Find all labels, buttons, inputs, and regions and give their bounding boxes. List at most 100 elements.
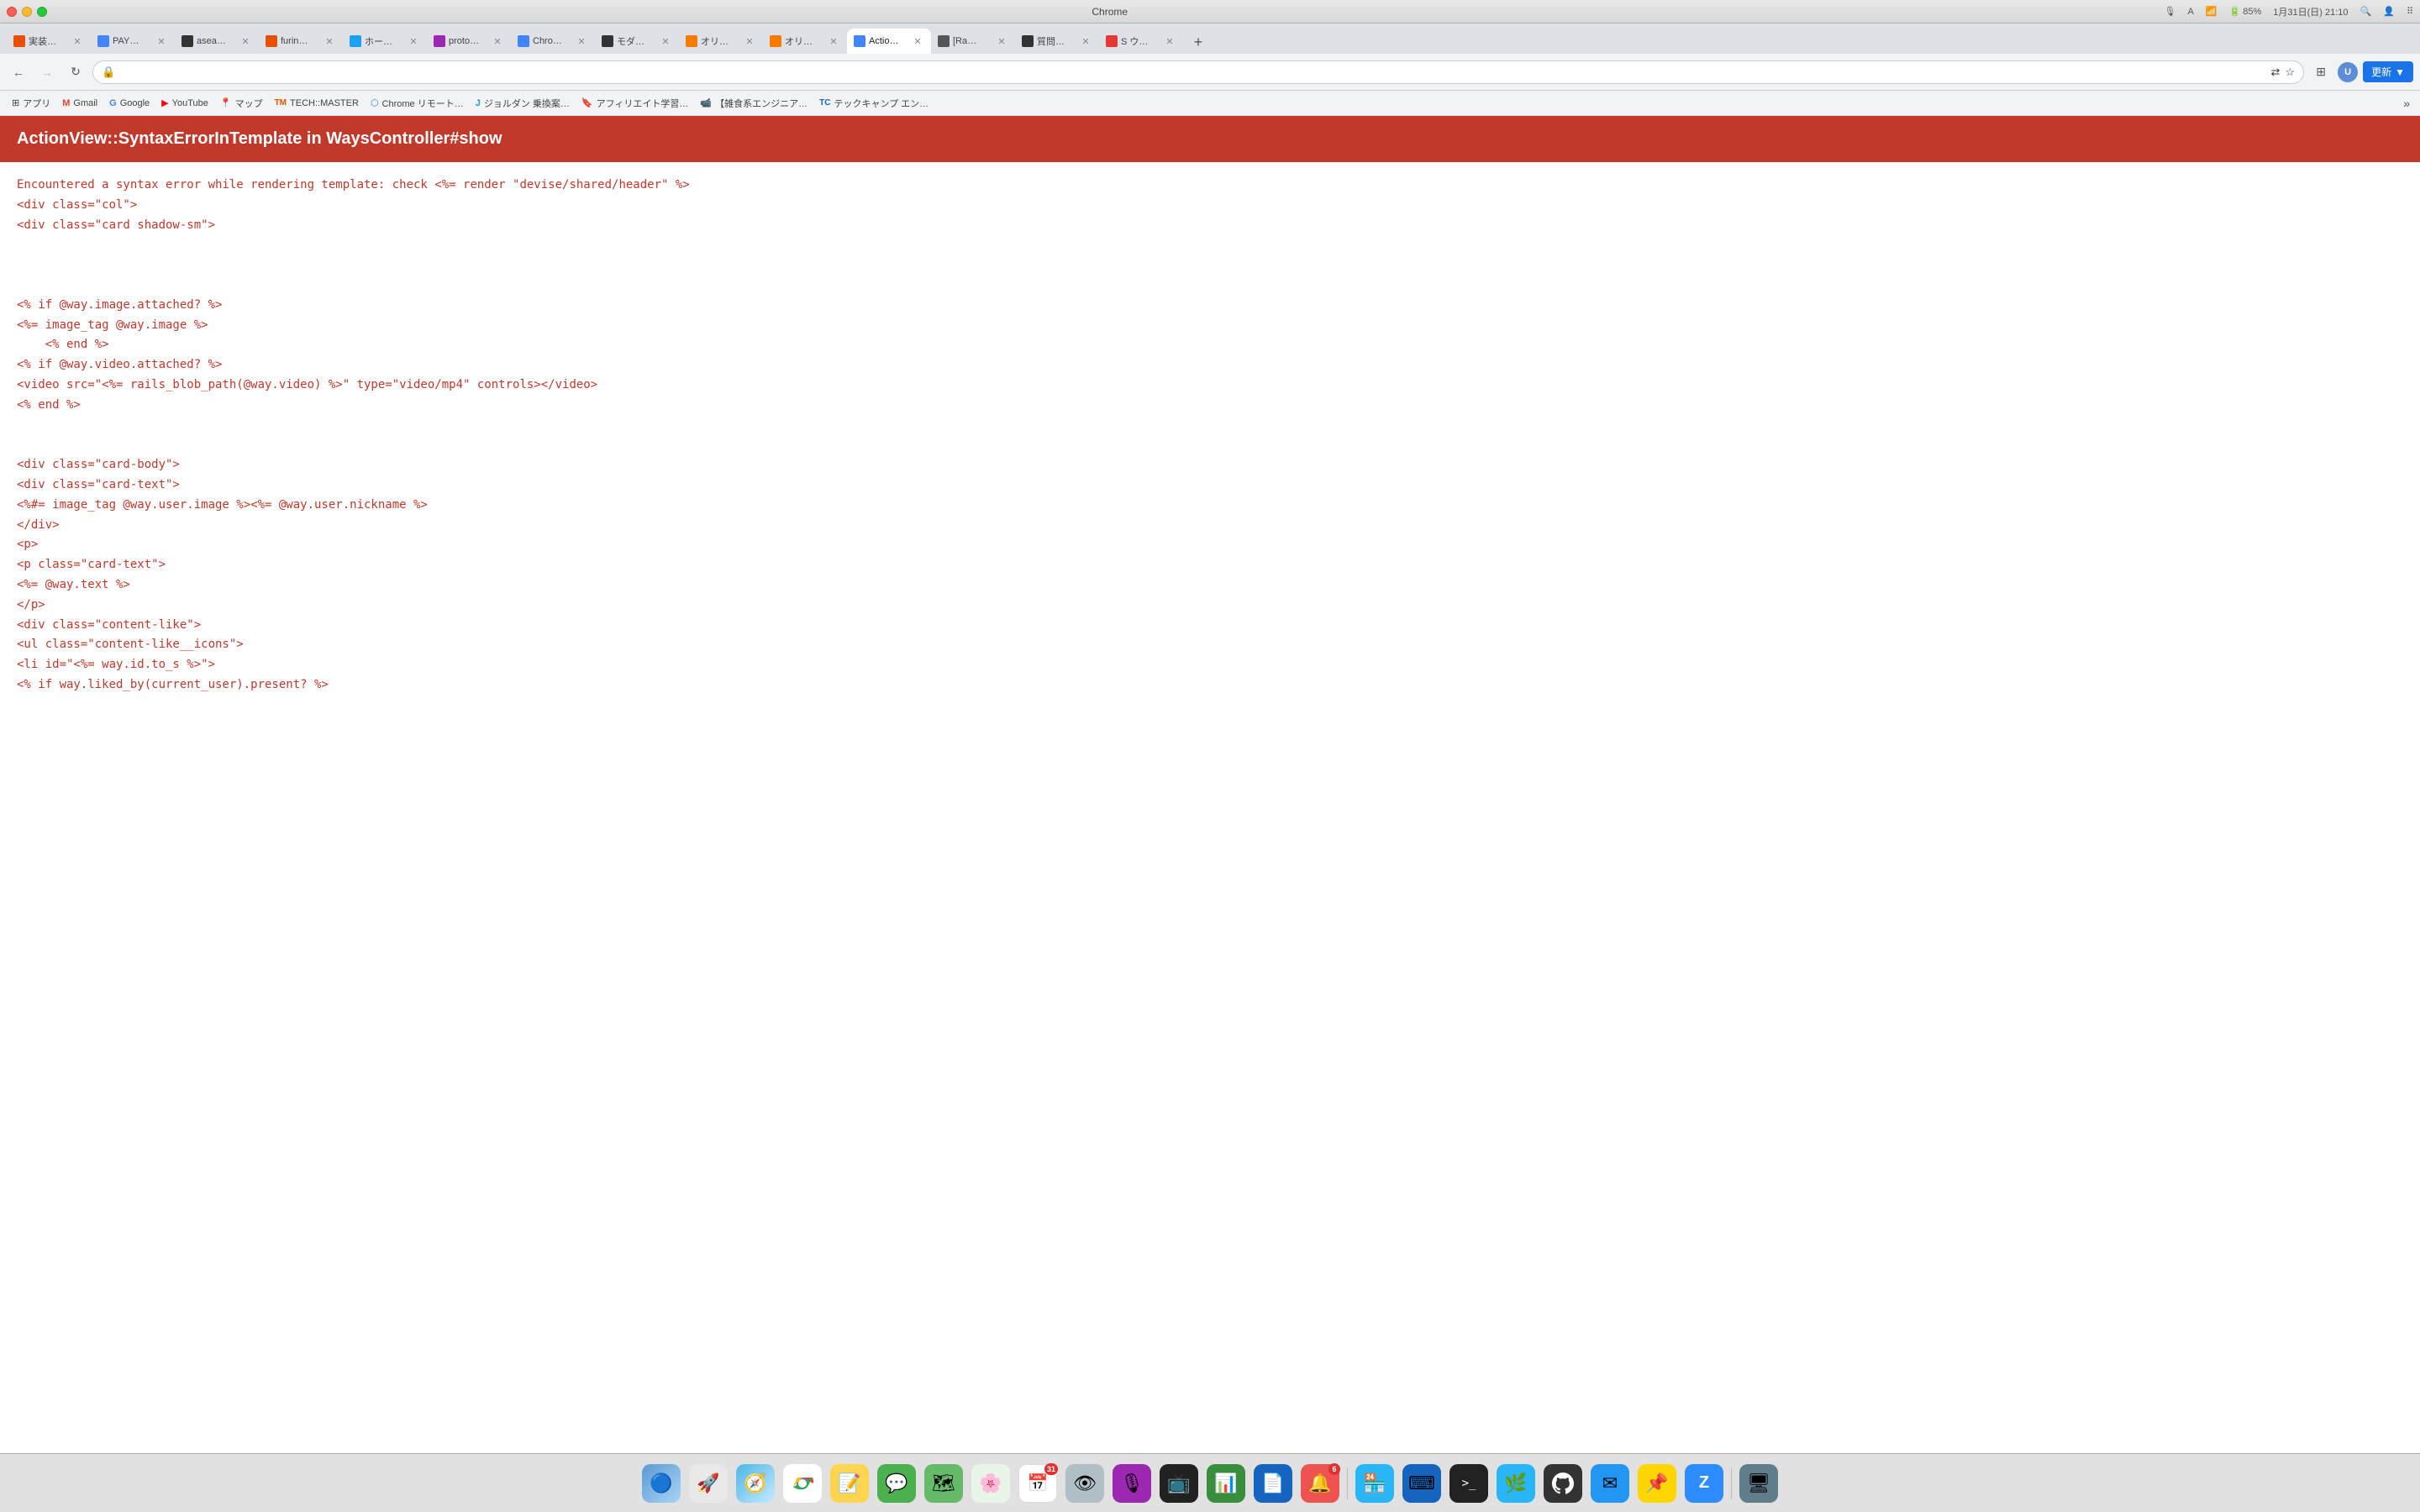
dock-messages[interactable]: 💬 — [875, 1462, 918, 1505]
back-button[interactable]: ← — [7, 60, 30, 84]
error-title: ActionView::SyntaxErrorInTemplate in Way… — [17, 129, 502, 148]
dock-reminders[interactable]: 🔔 6 — [1298, 1462, 1342, 1505]
tab-label-12: [Ra… — [953, 36, 992, 46]
dock-launchpad[interactable]: 🚀 — [687, 1462, 730, 1505]
bookmark-techmaster[interactable]: TM TECH::MASTER — [270, 94, 364, 113]
dock-pages[interactable]: 📄 — [1251, 1462, 1295, 1505]
bookmark-gmail[interactable]: M Gmail — [57, 94, 103, 113]
tab-close-11[interactable]: ✕ — [911, 34, 924, 48]
extensions-icon[interactable]: ⊞ — [2309, 60, 2333, 84]
dock-sourcetree[interactable]: 🌿 — [1494, 1462, 1538, 1505]
tab-2[interactable]: PAY… ✕ — [91, 29, 175, 54]
bookmark-maps[interactable]: 📍 マップ — [215, 94, 268, 113]
tab-close-12[interactable]: ✕ — [995, 34, 1008, 48]
bookmark-star-icon[interactable]: ☆ — [2285, 66, 2295, 79]
tab-10[interactable]: オリ… ✕ — [763, 29, 847, 54]
dock-appstore[interactable]: 🏪 — [1353, 1462, 1397, 1505]
tab-close-7[interactable]: ✕ — [575, 34, 588, 48]
tab-label-5: ホー… — [365, 34, 403, 48]
tab-close-13[interactable]: ✕ — [1079, 34, 1092, 48]
dock-stickies[interactable]: 📌 — [1635, 1462, 1679, 1505]
tab-5[interactable]: ホー… ✕ — [343, 29, 427, 54]
user-icon[interactable]: 👤 — [2383, 6, 2395, 17]
youtube-label: YouTube — [172, 98, 208, 108]
tab-3[interactable]: asea… ✕ — [175, 29, 259, 54]
tab-14[interactable]: S ウ… ✕ — [1099, 29, 1183, 54]
battery-icon: 🔋 85% — [2228, 6, 2261, 17]
tab-9[interactable]: オリ… ✕ — [679, 29, 763, 54]
forward-button[interactable]: → — [35, 60, 59, 84]
tab-7[interactable]: Chro… ✕ — [511, 29, 595, 54]
error-line-22: <%= link_to (way_like_path(way.id, way.l… — [17, 696, 2403, 697]
tab-6[interactable]: proto… ✕ — [427, 29, 511, 54]
tab-favicon-2 — [97, 35, 109, 47]
bookmarks-more[interactable]: » — [2400, 97, 2413, 110]
error-line-13: </div> — [17, 516, 2403, 536]
traffic-lights[interactable] — [7, 7, 47, 17]
tab-12[interactable]: [Ra… ✕ — [931, 29, 1015, 54]
tab-1[interactable]: 実装… ✕ — [7, 29, 91, 54]
dock-finder[interactable]: 🔵 — [639, 1462, 683, 1505]
control-center-icon[interactable]: ⠿ — [2407, 6, 2413, 17]
dock-maps[interactable]: 🗺 — [922, 1462, 965, 1505]
dock-chrome[interactable] — [781, 1462, 824, 1505]
tab-favicon-1 — [13, 35, 25, 47]
translate-icon[interactable]: ⇄ — [2271, 66, 2281, 79]
error-line-15: <p class="card-text"> — [17, 555, 2403, 575]
tab-close-3[interactable]: ✕ — [239, 34, 252, 48]
tab-close-8[interactable]: ✕ — [659, 34, 672, 48]
tab-label-8: モダ… — [617, 34, 655, 48]
dock-vscode[interactable]: ⌨ — [1400, 1462, 1444, 1505]
dock-zoom[interactable]: Z — [1682, 1462, 1726, 1505]
minimize-button[interactable] — [22, 7, 32, 17]
update-button[interactable]: 更新 ▼ — [2363, 61, 2413, 82]
error-line-6: <% end %> — [17, 335, 2403, 355]
tab-close-1[interactable]: ✕ — [71, 34, 84, 48]
new-tab-button[interactable]: + — [1186, 30, 1210, 54]
tab-close-9[interactable]: ✕ — [743, 34, 756, 48]
error-line-11: <div class="card-text"> — [17, 475, 2403, 496]
tab-close-4[interactable]: ✕ — [323, 34, 336, 48]
address-bar[interactable]: 🔒 localhost:3000/ways/5 ⇄ ☆ — [92, 60, 2304, 84]
dock-terminal[interactable]: >_ — [1447, 1462, 1491, 1505]
close-button[interactable] — [7, 7, 17, 17]
reload-button[interactable]: ↻ — [64, 60, 87, 84]
tab-11-active[interactable]: Actio… ✕ — [847, 29, 931, 54]
dock-preview[interactable]: 👁 — [1063, 1462, 1107, 1505]
maximize-button[interactable] — [37, 7, 47, 17]
bookmark-techcamp[interactable]: TC テックキャンプ エン… — [814, 94, 934, 113]
tab-13[interactable]: 質問… ✕ — [1015, 29, 1099, 54]
dock-notes[interactable]: 📝 — [828, 1462, 871, 1505]
bookmark-affiliate[interactable]: 🔖 アフィリエイト学習… — [576, 94, 693, 113]
tab-close-14[interactable]: ✕ — [1163, 34, 1176, 48]
dock-mail[interactable]: ✉ — [1588, 1462, 1632, 1505]
dock-safari[interactable]: 🧭 — [734, 1462, 777, 1505]
tab-label-9: オリ… — [701, 34, 739, 48]
dock-numbers[interactable]: 📊 — [1204, 1462, 1248, 1505]
bookmark-apps[interactable]: ⊞ アプリ — [7, 94, 55, 113]
profile-icon[interactable]: U — [2336, 60, 2360, 84]
bookmark-zassoku[interactable]: 📹 【雑食系エンジニア… — [695, 94, 813, 113]
bookmarks-bar: ⊞ アプリ M Gmail G Google ▶ YouTube 📍 マップ T… — [0, 91, 2420, 116]
tab-4[interactable]: furin… ✕ — [259, 29, 343, 54]
error-line-12: <%#= image_tag @way.user.image %><%= @wa… — [17, 496, 2403, 516]
bookmark-google[interactable]: G Google — [104, 94, 155, 113]
dock-tv[interactable]: 📺 — [1157, 1462, 1201, 1505]
dock-podcasts[interactable]: 🎙 — [1110, 1462, 1154, 1505]
dock-github[interactable] — [1541, 1462, 1585, 1505]
lock-icon: 🔒 — [102, 66, 115, 79]
tab-close-10[interactable]: ✕ — [827, 34, 840, 48]
tab-close-2[interactable]: ✕ — [155, 34, 168, 48]
dock-photos[interactable]: 🌸 — [969, 1462, 1013, 1505]
tab-close-6[interactable]: ✕ — [491, 34, 504, 48]
bookmark-youtube[interactable]: ▶ YouTube — [156, 94, 213, 113]
tab-favicon-8 — [602, 35, 613, 47]
dock-calendar[interactable]: 📅 31 — [1016, 1462, 1060, 1505]
bookmark-chrome-remote[interactable]: ⬡ Chrome リモート… — [366, 94, 469, 113]
dock-desktop[interactable]: 🖥 — [1737, 1462, 1781, 1505]
bookmark-jordan[interactable]: J ジョルダン 乗換案… — [471, 94, 575, 113]
tab-8[interactable]: モダ… ✕ — [595, 29, 679, 54]
search-icon[interactable]: 🔍 — [2360, 6, 2372, 17]
url-input[interactable]: localhost:3000/ways/5 — [120, 66, 2265, 78]
tab-close-5[interactable]: ✕ — [407, 34, 420, 48]
